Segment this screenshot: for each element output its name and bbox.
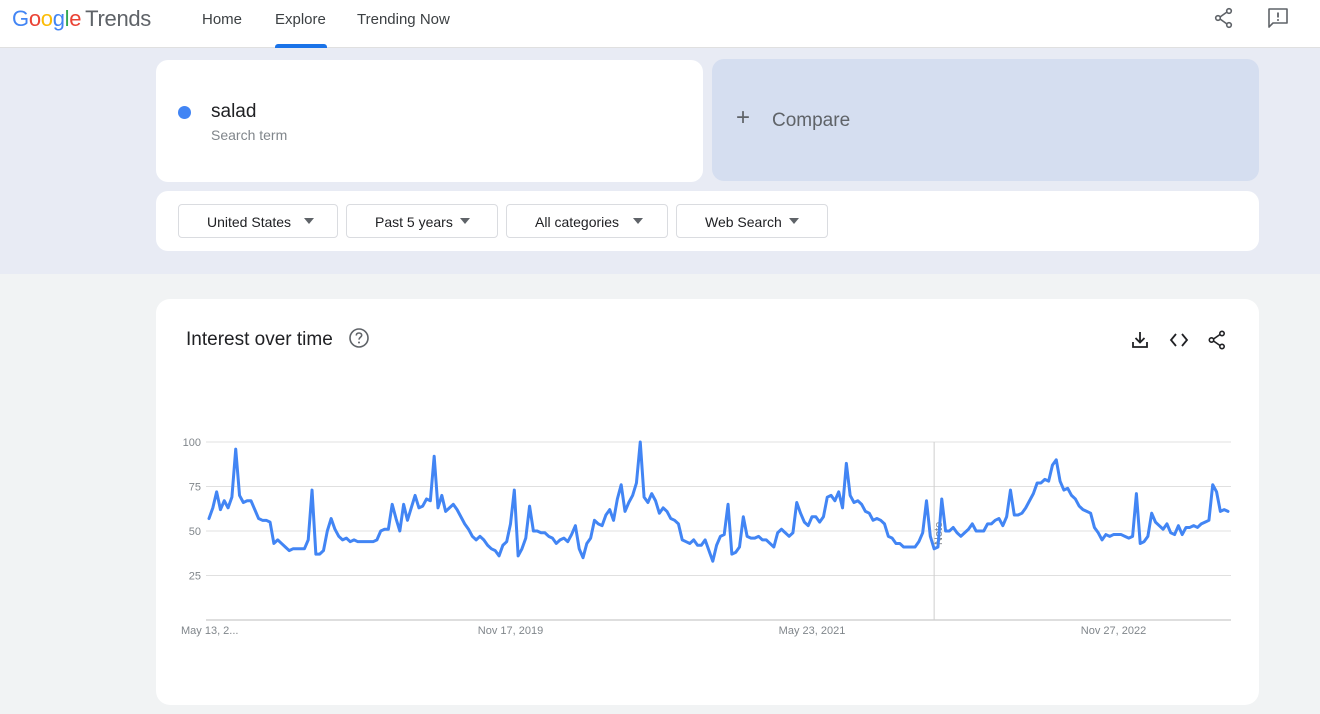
x-tick-label: May 13, 2... <box>181 625 238 637</box>
category-dropdown[interactable]: All categories <box>506 204 668 238</box>
y-tick-label: 100 <box>183 437 201 449</box>
filters-bar: United States Past 5 years All categorie… <box>156 191 1259 251</box>
nav-tab-home[interactable]: Home <box>202 11 242 28</box>
search-type-dropdown-label: Web Search <box>705 214 782 230</box>
google-trends-logo[interactable]: Google Trends <box>12 6 151 32</box>
logo-letter: o <box>40 6 53 31</box>
interest-over-time-card: Interest over time 25 50 75 100 Note May 13, … <box>156 299 1259 705</box>
y-tick-label: 50 <box>189 526 201 538</box>
series-line-salad <box>207 440 1230 563</box>
time-range-dropdown-label: Past 5 years <box>375 214 453 230</box>
logo-letter: G <box>12 6 29 31</box>
caret-down-icon <box>460 218 470 224</box>
logo-trends-text: Trends <box>85 6 152 31</box>
region-dropdown[interactable]: United States <box>178 204 338 238</box>
logo-letter: g <box>52 6 65 31</box>
logo-letter: e <box>69 6 82 31</box>
search-type-dropdown[interactable]: Web Search <box>676 204 828 238</box>
compare-label: Compare <box>772 110 851 131</box>
compare-button[interactable]: + Compare <box>712 59 1259 181</box>
share-icon[interactable] <box>1212 6 1236 30</box>
x-tick-label: Nov 27, 2022 <box>1081 625 1146 637</box>
nav-tab-explore[interactable]: Explore <box>275 11 326 28</box>
plus-icon: + <box>736 104 751 131</box>
search-term-card[interactable]: salad Search term <box>156 60 703 182</box>
top-app-bar: Google Trends Home Explore Trending Now <box>0 0 1320 48</box>
caret-down-icon <box>789 218 799 224</box>
region-dropdown-label: United States <box>207 214 292 230</box>
y-tick-label: 75 <box>189 482 201 494</box>
interest-over-time-chart: 255075100NoteMay 13, 2... Nov 17, 2019 May… <box>181 437 1231 637</box>
caret-down-icon <box>304 218 314 224</box>
time-range-dropdown[interactable]: Past 5 years <box>346 204 498 238</box>
nav-tab-trending-now[interactable]: Trending Now <box>357 11 450 28</box>
feedback-icon[interactable] <box>1266 6 1290 30</box>
y-tick-label: 25 <box>189 571 201 583</box>
caret-down-icon <box>633 218 643 224</box>
logo-letter: o <box>28 6 41 31</box>
category-dropdown-label: All categories <box>535 214 620 230</box>
search-term-text[interactable]: salad <box>211 101 256 123</box>
term-color-dot <box>178 106 191 119</box>
x-tick-label: Nov 17, 2019 <box>478 625 543 637</box>
search-term-sublabel: Search term <box>211 127 288 143</box>
x-tick-label: May 23, 2021 <box>779 625 846 637</box>
